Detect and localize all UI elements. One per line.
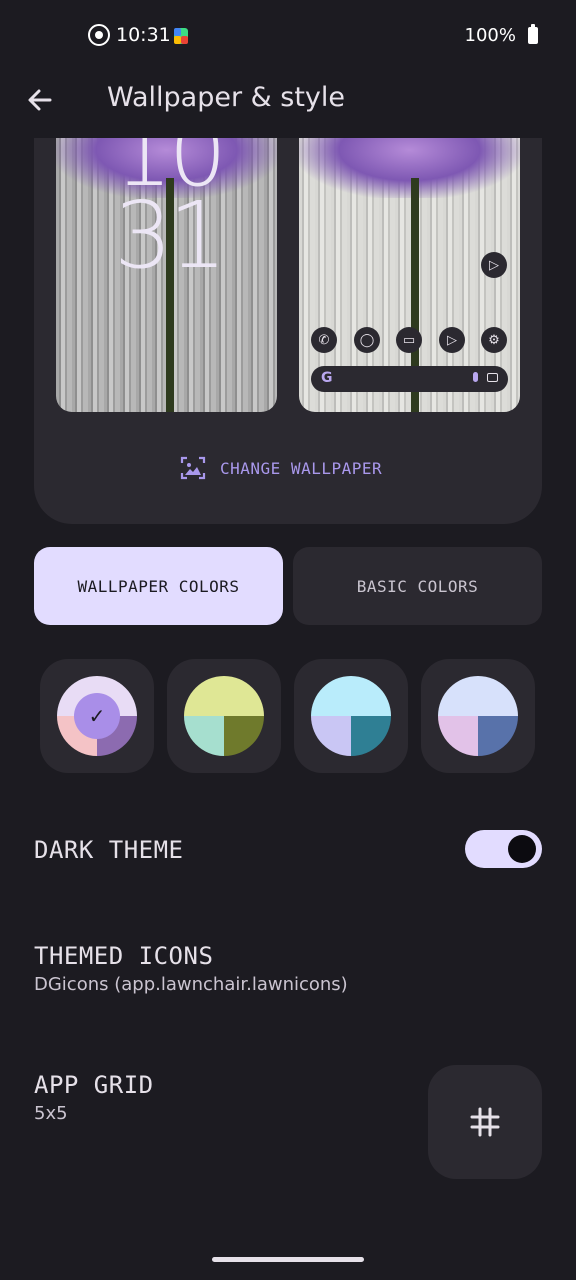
themed-icons-subtitle: DGicons (app.lawnchair.lawnicons) xyxy=(34,974,348,995)
color-swatch-1[interactable]: ✓ xyxy=(40,659,154,773)
status-time: 10:31 xyxy=(116,24,171,46)
google-icon: G xyxy=(321,370,333,386)
clock-minutes: 31 xyxy=(114,182,227,289)
themed-icons-label[interactable]: THEMED ICONS xyxy=(34,942,213,970)
lock-screen-preview[interactable]: 10 31 xyxy=(56,138,277,412)
toggle-knob xyxy=(508,835,536,863)
page-title: Wallpaper & style xyxy=(107,82,346,113)
change-wallpaper-button[interactable]: CHANGE WALLPAPER xyxy=(180,455,382,481)
swatch-circle xyxy=(311,676,391,756)
lens-icon xyxy=(487,373,498,382)
contacts-icon: ◯ xyxy=(354,327,380,353)
grid-icon xyxy=(470,1107,500,1137)
app-grid-button[interactable] xyxy=(428,1065,542,1179)
mic-icon xyxy=(473,372,478,382)
lock-screen-clock: 10 31 xyxy=(114,138,227,289)
home-indicator[interactable] xyxy=(212,1257,364,1262)
wallpaper-icon xyxy=(180,456,206,480)
dark-theme-toggle[interactable] xyxy=(465,830,542,868)
swatch-circle xyxy=(438,676,518,756)
settings-icon: ⚙ xyxy=(481,327,507,353)
screen-record-icon xyxy=(88,24,110,46)
color-swatch-3[interactable] xyxy=(294,659,408,773)
messages-icon: ▭ xyxy=(396,327,422,353)
phone-icon: ✆ xyxy=(311,327,337,353)
back-arrow-icon[interactable] xyxy=(24,84,56,116)
color-swatch-4[interactable] xyxy=(421,659,535,773)
app-grid-subtitle: 5x5 xyxy=(34,1103,68,1124)
color-swatch-2[interactable] xyxy=(167,659,281,773)
tab-wallpaper-colors[interactable]: WALLPAPER COLORS xyxy=(34,547,283,625)
play-store-icon: ▷ xyxy=(439,327,465,353)
swatch-circle xyxy=(184,676,264,756)
check-icon: ✓ xyxy=(74,693,120,739)
dark-theme-label: DARK THEME xyxy=(34,836,184,864)
battery-icon xyxy=(528,24,538,44)
search-bar: G xyxy=(311,366,508,392)
tab-basic-colors[interactable]: BASIC COLORS xyxy=(293,547,542,625)
play-store-icon: ▷ xyxy=(481,252,507,278)
app-grid-label[interactable]: APP GRID xyxy=(34,1071,154,1099)
home-screen-preview[interactable]: ▷ ✆ ◯ ▭ ▷ ⚙ G xyxy=(299,138,520,412)
battery-percent: 100% xyxy=(464,25,516,46)
change-wallpaper-label: CHANGE WALLPAPER xyxy=(220,458,383,478)
play-games-icon xyxy=(174,28,188,44)
wallpaper-flower xyxy=(299,138,520,198)
status-bar: 10:31 100% xyxy=(0,0,576,72)
